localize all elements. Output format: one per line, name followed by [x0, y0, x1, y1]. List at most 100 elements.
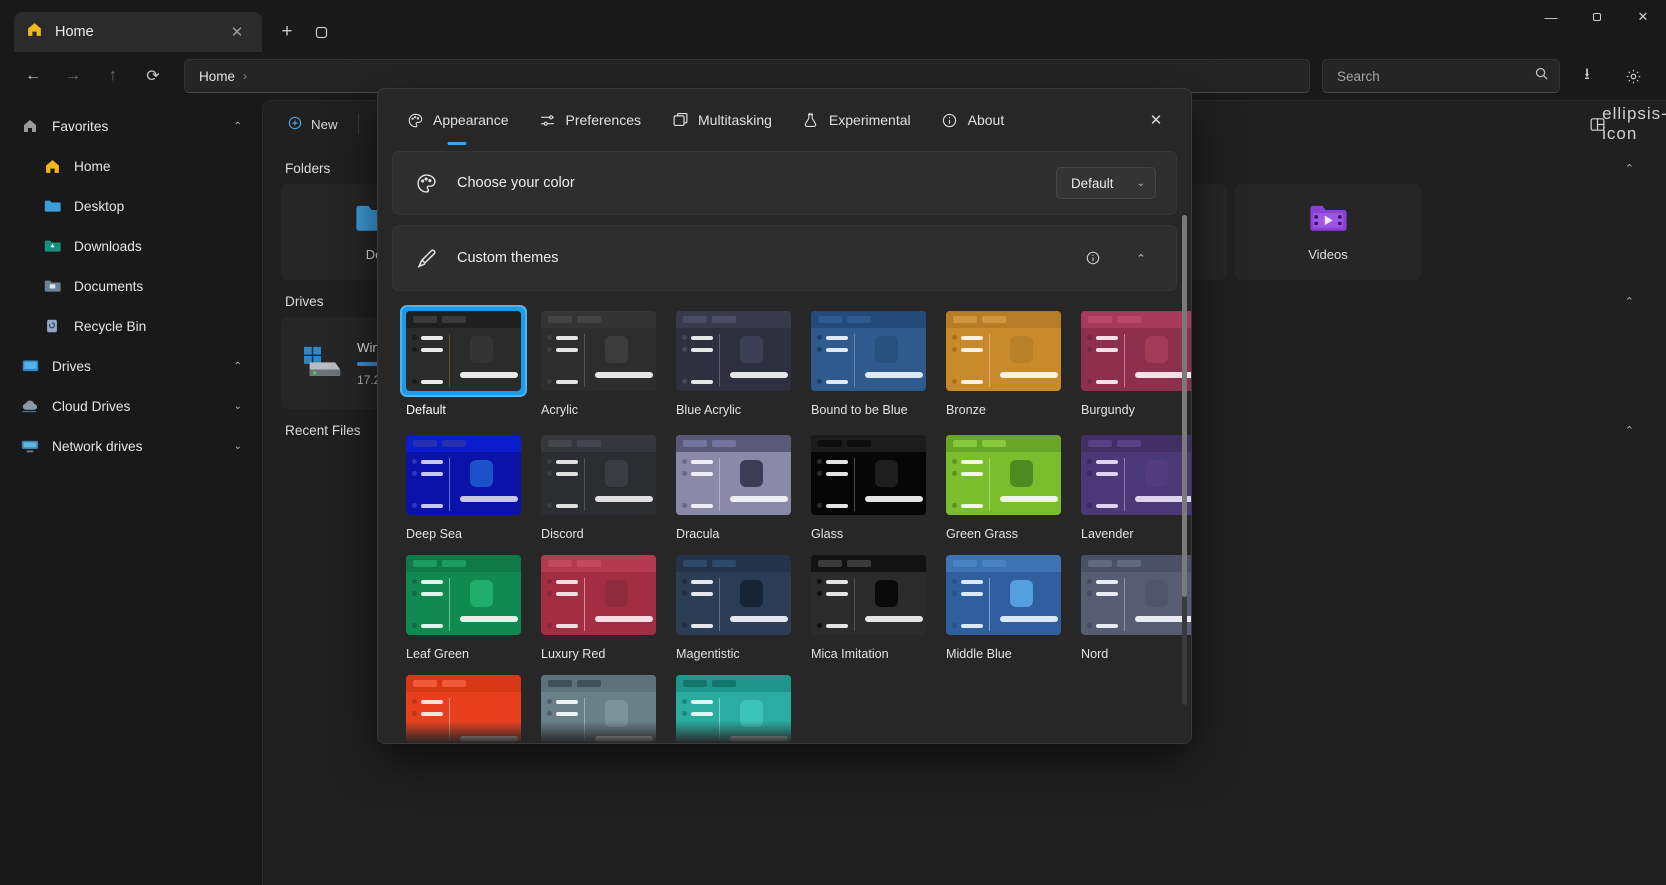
folder-card-label: Videos [1308, 247, 1348, 262]
refresh-icon[interactable]: ⟳ [134, 59, 172, 93]
folder-card-videos[interactable]: Videos [1235, 184, 1421, 280]
sidebar-item-downloads[interactable]: Downloads [10, 226, 252, 266]
theme-card-frame [1075, 549, 1191, 641]
back-icon[interactable]: ← [14, 59, 52, 93]
theme-preview [946, 555, 1061, 635]
up-icon[interactable]: ↑ [94, 59, 132, 93]
chevron-up-icon[interactable]: ⌃ [1126, 243, 1156, 273]
custom-themes-header[interactable]: Custom themes ⌃ [393, 226, 1176, 290]
settings-dialog: Appearance Preferences Multitasking Expe… [377, 88, 1192, 744]
chevron-down-icon[interactable]: ⌄ [234, 401, 242, 412]
theme-preview [946, 435, 1061, 515]
theme-card-frame [670, 669, 797, 743]
themes-grid-wrap: Default Acrylic Blue Acrylic Bound to be Bl… [392, 291, 1191, 743]
tab-multitasking[interactable]: Multitasking [659, 103, 784, 137]
sidebar-item-label: Desktop [74, 198, 125, 214]
choose-color-row[interactable]: Choose your color Default ⌄ [393, 152, 1176, 214]
chevron-up-icon[interactable]: ⌃ [234, 121, 242, 132]
theme-card[interactable]: Lavender [1075, 429, 1191, 541]
search-icon[interactable] [1534, 66, 1549, 86]
theme-card[interactable]: Glass [805, 429, 932, 541]
theme-card[interactable]: Acrylic [535, 305, 662, 421]
chevron-up-icon[interactable]: ⌃ [234, 361, 242, 372]
theme-preview [676, 311, 791, 391]
theme-preview [676, 675, 791, 743]
theme-card-label: Discord [541, 527, 584, 541]
settings-scroll-area[interactable]: Choose your color Default ⌄ Custom theme… [378, 151, 1191, 743]
tab-appearance[interactable]: Appearance [394, 103, 521, 137]
chevron-down-icon[interactable]: ⌄ [234, 441, 242, 452]
sidebar-group-cloud-drives[interactable]: Cloud Drives ⌄ [10, 386, 252, 426]
tab-about[interactable]: About [929, 103, 1017, 137]
theme-preview [1081, 555, 1191, 635]
theme-card[interactable]: Burgundy [1075, 305, 1191, 421]
sidebar-group-favorites[interactable]: Favorites ⌃ [10, 106, 252, 146]
search-input[interactable]: Search [1322, 59, 1560, 93]
chevron-up-icon[interactable]: ⌃ [1625, 162, 1644, 175]
theme-card[interactable]: Nord [1075, 549, 1191, 661]
theme-preview [541, 311, 656, 391]
sidebar-item-recycle-bin[interactable]: Recycle Bin [10, 306, 252, 346]
theme-card[interactable]: Green Grass [940, 429, 1067, 541]
sidebar-group-drives[interactable]: Drives ⌃ [10, 346, 252, 386]
theme-card-frame [535, 669, 662, 743]
info-circle-icon[interactable] [1078, 243, 1108, 273]
sidebar-item-home[interactable]: Home [10, 146, 252, 186]
close-icon[interactable]: ✕ [1137, 103, 1175, 137]
new-tab-button[interactable]: + [270, 15, 304, 49]
theme-card[interactable]: Magentistic [670, 549, 797, 661]
chevron-up-icon[interactable]: ⌃ [1625, 295, 1644, 308]
sidebar-group-network-drives[interactable]: Network drives ⌄ [10, 426, 252, 466]
theme-card[interactable] [400, 669, 527, 743]
sidebar-item-desktop[interactable]: Desktop [10, 186, 252, 226]
theme-card[interactable]: Blue Acrylic [670, 305, 797, 421]
chevron-up-icon[interactable]: ⌃ [1625, 424, 1644, 437]
minimize-button[interactable]: — [1528, 0, 1574, 34]
theme-card[interactable]: Bronze [940, 305, 1067, 421]
settings-scrollbar[interactable] [1182, 215, 1187, 705]
color-select[interactable]: Default ⌄ [1056, 167, 1156, 199]
palette-icon [406, 111, 424, 129]
theme-card-frame [535, 429, 662, 521]
theme-card[interactable] [535, 669, 662, 743]
close-icon[interactable]: ✕ [224, 19, 250, 45]
theme-card-label: Luxury Red [541, 647, 606, 661]
downloads-icon[interactable]: ⭳ [1568, 59, 1606, 93]
videos-folder-icon [1308, 202, 1348, 239]
toolbar-divider [357, 114, 359, 134]
gear-icon[interactable] [1614, 59, 1652, 93]
theme-card[interactable]: Discord [535, 429, 662, 541]
title-bar: Home ✕ + — ✕ [0, 0, 1666, 52]
sidebar-item-label: Home [74, 158, 111, 174]
palette-icon [413, 170, 439, 196]
theme-card[interactable]: Default [400, 305, 527, 421]
theme-card[interactable] [670, 669, 797, 743]
theme-card[interactable]: Bound to be Blue [805, 305, 932, 421]
color-select-value: Default [1071, 175, 1114, 191]
window-close-button[interactable]: ✕ [1620, 0, 1666, 34]
browser-tab-home[interactable]: Home ✕ [14, 12, 262, 52]
tab-preferences[interactable]: Preferences [527, 103, 653, 137]
theme-preview [676, 555, 791, 635]
theme-card-label: Nord [1081, 647, 1109, 661]
theme-card[interactable]: Dracula [670, 429, 797, 541]
theme-card[interactable]: Mica Imitation [805, 549, 932, 661]
theme-card[interactable]: Deep Sea [400, 429, 527, 541]
theme-card-frame [1075, 305, 1191, 397]
theme-preview [946, 311, 1061, 391]
theme-card[interactable]: Middle Blue [940, 549, 1067, 661]
sidebar-item-documents[interactable]: Documents [10, 266, 252, 306]
forward-icon[interactable]: → [54, 59, 92, 93]
theme-card[interactable]: Luxury Red [535, 549, 662, 661]
breadcrumb-segment-home[interactable]: Home [199, 69, 235, 84]
tab-actions-icon[interactable] [304, 15, 338, 49]
ellipsis-icon[interactable]: ellipsis-icon [1602, 104, 1666, 143]
theme-card[interactable]: Leaf Green [400, 549, 527, 661]
sidebar-item-label: Downloads [74, 238, 142, 254]
new-button[interactable]: New [277, 108, 348, 140]
theme-preview [406, 555, 521, 635]
maximize-button[interactable] [1574, 0, 1620, 34]
tab-experimental[interactable]: Experimental [790, 103, 923, 137]
theme-preview [1081, 311, 1191, 391]
desktop-folder-icon [42, 196, 62, 216]
